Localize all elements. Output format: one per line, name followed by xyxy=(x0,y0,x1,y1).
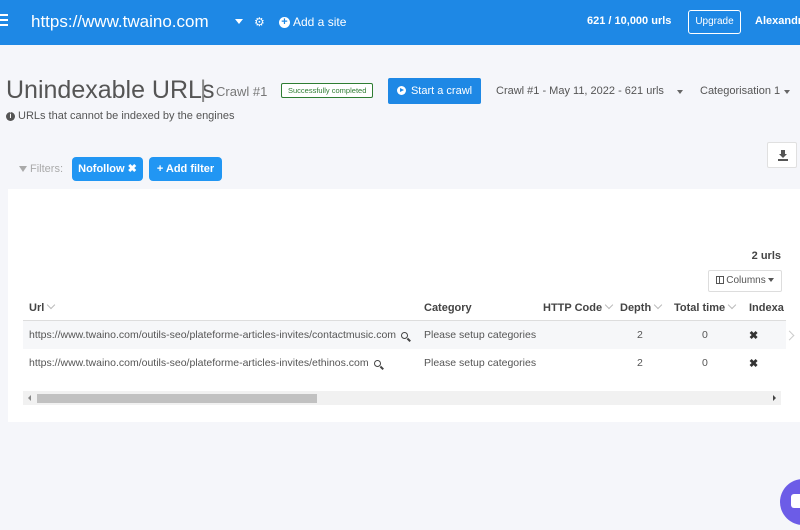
play-icon xyxy=(396,86,406,95)
close-icon: ✖ xyxy=(749,330,759,342)
site-dropdown-icon[interactable] xyxy=(235,19,243,24)
scrollbar-thumb[interactable] xyxy=(37,394,317,403)
filter-icon xyxy=(19,166,27,172)
sort-icon xyxy=(47,300,56,310)
chevron-down-icon[interactable] xyxy=(677,90,683,94)
chat-widget-button[interactable] xyxy=(780,479,800,525)
chevron-down-icon xyxy=(767,278,774,282)
url-text: https://www.twaino.com/outils-seo/platef… xyxy=(29,329,397,341)
gear-icon[interactable]: ⚙ xyxy=(254,15,265,29)
column-header-indexable[interactable]: Indexa xyxy=(749,302,784,314)
category-cell: Please setup categories xyxy=(424,329,537,341)
columns-button[interactable]: Columns xyxy=(708,270,782,292)
add-filter-label: Add filter xyxy=(165,163,215,175)
subtitle-text: URLs that cannot be indexed by the engin… xyxy=(18,110,235,122)
column-header-url[interactable]: Url xyxy=(29,300,56,314)
download-icon xyxy=(779,150,787,158)
add-site-label: Add a site xyxy=(293,15,347,29)
total-time-cell: 0 xyxy=(702,329,708,341)
download-tray xyxy=(778,159,788,161)
add-site-button[interactable]: + Add a site xyxy=(279,15,346,29)
table-row[interactable]: https://www.twaino.com/outils-seo/platef… xyxy=(23,321,786,349)
search-icon[interactable] xyxy=(373,360,381,367)
filters-label-text: Filters: xyxy=(30,163,63,175)
sort-icon xyxy=(604,300,614,310)
chevron-down-icon[interactable] xyxy=(784,90,790,94)
scroll-left-icon[interactable] xyxy=(28,395,31,401)
http-code-header-label: HTTP Code xyxy=(543,302,603,314)
filters-label: Filters: xyxy=(19,163,63,175)
total-time-header-label: Total time xyxy=(674,302,726,314)
top-navigation-bar: https://www.twaino.com ⚙ + Add a site 62… xyxy=(0,0,800,45)
page-subtitle: i URLs that cannot be indexed by the eng… xyxy=(6,110,234,122)
depth-cell: 2 xyxy=(637,357,643,369)
column-header-total-time[interactable]: Total time xyxy=(674,300,737,314)
chat-icon xyxy=(791,494,800,508)
url-text: https://www.twaino.com/outils-seo/platef… xyxy=(29,357,369,369)
add-filter-button[interactable]: + Add filter xyxy=(149,157,222,181)
search-icon[interactable] xyxy=(401,332,409,339)
scroll-right-icon[interactable] xyxy=(773,395,776,401)
table-row[interactable]: https://www.twaino.com/outils-seo/platef… xyxy=(23,349,786,377)
horizontal-scrollbar[interactable] xyxy=(23,391,781,405)
results-panel: 2 urls Columns Url Category HTTP Code De… xyxy=(8,189,800,422)
sort-icon xyxy=(653,300,663,310)
title-separator: | xyxy=(200,76,207,103)
columns-icon xyxy=(716,276,725,284)
url-cell[interactable]: https://www.twaino.com/outils-seo/platef… xyxy=(29,329,409,341)
filter-chip-nofollow[interactable]: Nofollow ✖ xyxy=(72,157,143,181)
user-menu[interactable]: Alexandr xyxy=(755,15,800,27)
crawl-selector[interactable]: Crawl #1 - May 11, 2022 - 621 urls xyxy=(496,85,664,97)
sort-icon xyxy=(727,300,737,310)
crawl-label: Crawl #1 xyxy=(216,84,268,99)
column-header-http-code[interactable]: HTTP Code xyxy=(543,300,614,314)
plus-icon: + xyxy=(156,163,166,175)
depth-cell: 2 xyxy=(637,329,643,341)
plus-circle-icon: + xyxy=(279,16,290,28)
close-icon: ✖ xyxy=(749,358,759,370)
url-header-label: Url xyxy=(29,302,45,314)
url-cell[interactable]: https://www.twaino.com/outils-seo/platef… xyxy=(29,357,381,369)
depth-header-label: Depth xyxy=(620,302,652,314)
url-quota: 621 / 10,000 urls xyxy=(587,15,672,27)
status-badge: Successfully completed xyxy=(281,83,374,98)
upgrade-button[interactable]: Upgrade xyxy=(688,10,741,34)
indexable-header-label: Indexa xyxy=(749,302,784,314)
menu-icon[interactable] xyxy=(0,14,8,28)
url-count: 2 urls xyxy=(751,250,781,262)
columns-label: Columns xyxy=(726,275,766,286)
category-header-label: Category xyxy=(424,302,472,314)
column-header-depth[interactable]: Depth xyxy=(620,300,663,314)
download-button[interactable] xyxy=(767,142,797,168)
info-icon: i xyxy=(6,111,15,121)
total-time-cell: 0 xyxy=(702,357,708,369)
site-url[interactable]: https://www.twaino.com xyxy=(31,12,209,32)
start-crawl-label: Start a crawl xyxy=(410,85,473,97)
start-crawl-button[interactable]: Start a crawl xyxy=(388,78,481,104)
categorisation-selector[interactable]: Categorisation 1 xyxy=(700,85,780,97)
column-header-category[interactable]: Category xyxy=(424,302,472,314)
category-cell: Please setup categories xyxy=(424,357,537,369)
page-title: Unindexable URLs xyxy=(6,76,215,104)
chevron-right-icon[interactable] xyxy=(784,330,795,341)
